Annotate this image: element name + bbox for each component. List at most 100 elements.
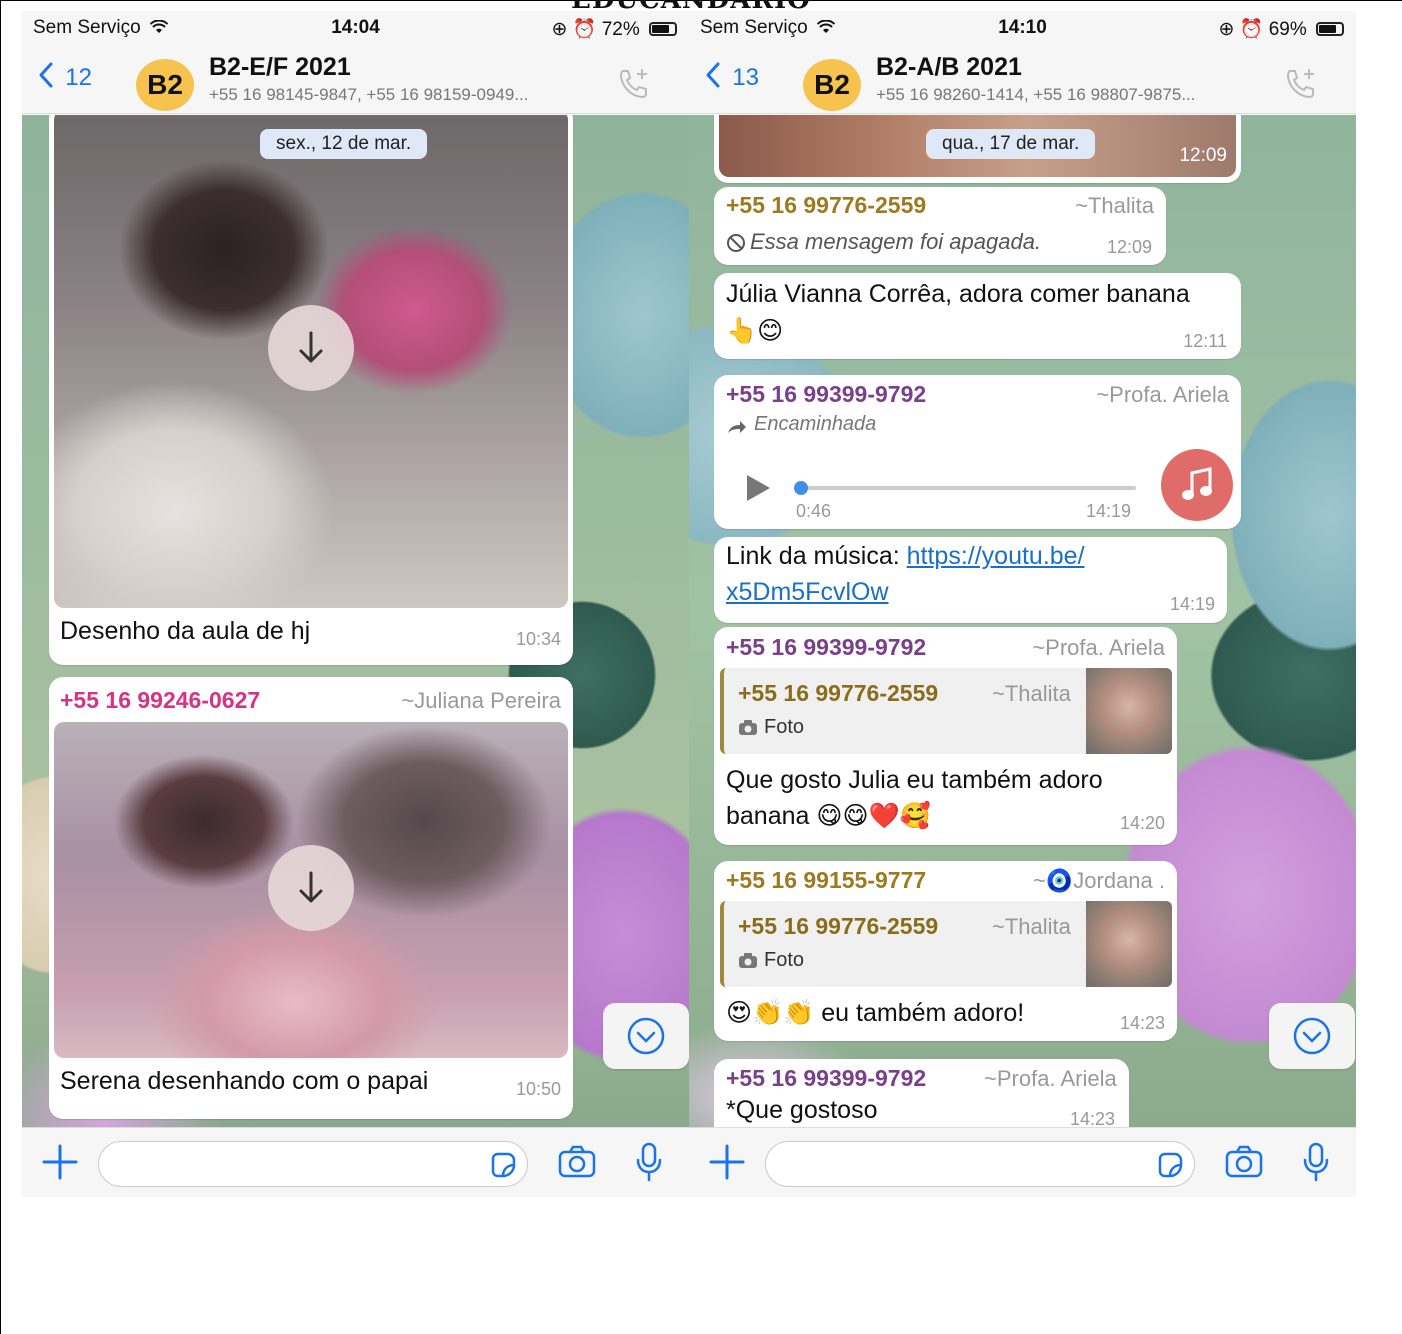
audio-duration: 0:46	[796, 501, 832, 521]
message-time: 12:11	[1183, 331, 1227, 351]
chat-area[interactable]: 12:09 qua., 17 de mar. +55 16 99776-2559…	[689, 115, 1356, 1127]
alarm-icon: ⏰	[572, 19, 597, 40]
camera-small-icon	[739, 953, 757, 968]
battery-icon	[649, 22, 677, 36]
message-bubble[interactable]: Link da música: https://youtu.be/ x5Dm5F…	[714, 537, 1227, 623]
date-separator: qua., 17 de mar.	[926, 129, 1096, 159]
message-emoji: 👆😊	[726, 316, 784, 345]
play-icon[interactable]	[744, 473, 772, 503]
message-bubble[interactable]: Júlia Vianna Corrêa, adora comer banana …	[714, 273, 1241, 359]
back-button[interactable]: 12	[38, 61, 92, 92]
microphone-icon[interactable]	[1303, 1142, 1329, 1182]
message-bubble[interactable]: +55 16 99155-9777 ~🧿Jordana . +55 16 997…	[714, 861, 1177, 1041]
message-bubble[interactable]: +55 16 99399-9792 ~Profa. Ariela *Que go…	[714, 1059, 1129, 1127]
message-bubble[interactable]: +55 16 99246-0627 ~Juliana Pereira Seren…	[49, 677, 573, 1119]
youtube-link[interactable]: https://youtu.be/	[907, 542, 1085, 570]
battery-status: ⊕ ⏰ 72%	[552, 17, 677, 41]
audio-progress-knob[interactable]	[794, 481, 808, 495]
message-text: Link da música: https://youtu.be/	[726, 542, 1085, 570]
group-avatar[interactable]: B2	[136, 59, 194, 111]
sender-alias: ~Profa. Ariela	[1032, 635, 1165, 660]
sticker-icon[interactable]	[489, 1151, 517, 1179]
group-avatar[interactable]: B2	[803, 59, 861, 111]
chevron-down-circle-icon	[627, 1017, 665, 1055]
quoted-message[interactable]: +55 16 99776-2559 ~Thalita Foto	[720, 668, 1172, 754]
sender-alias: ~Profa. Ariela	[1096, 382, 1229, 407]
group-title[interactable]: B2-A/B 2021	[876, 53, 1022, 82]
download-button[interactable]	[268, 305, 354, 391]
group-title[interactable]: B2-E/F 2021	[209, 53, 351, 82]
message-time: 14:19	[1169, 594, 1215, 614]
message-bubble[interactable]: Desenho da aula de hj 10:34	[49, 115, 573, 665]
sender-alias: ~Juliana Pereira	[401, 688, 561, 713]
deleted-icon	[727, 234, 745, 252]
back-button[interactable]: 13	[705, 61, 759, 92]
quoted-sender: +55 16 99776-2559	[738, 913, 939, 939]
download-arrow-icon	[299, 331, 323, 363]
chat-header: 12 B2 B2-E/F 2021 +55 16 98145-9847, +55…	[22, 47, 689, 114]
message-bubble[interactable]: +55 16 99399-9792 ~Profa. Ariela Encamin…	[714, 375, 1241, 529]
message-input[interactable]	[765, 1141, 1195, 1187]
sender-phone[interactable]: +55 16 99246-0627	[60, 687, 260, 714]
youtube-link-cont[interactable]: x5Dm5FcvlOw	[726, 575, 889, 610]
message-bubble[interactable]: +55 16 99399-9792 ~Profa. Ariela +55 16 …	[714, 627, 1177, 845]
message-time: 12:09	[1106, 237, 1152, 257]
message-time: 14:19	[1086, 501, 1132, 521]
chevron-left-icon	[39, 62, 53, 88]
audio-progress-track[interactable]	[798, 486, 1136, 490]
alarm-icon: ⏰	[1239, 19, 1264, 40]
message-input[interactable]	[98, 1141, 528, 1187]
quoted-alias: ~Thalita	[992, 914, 1071, 939]
orientation-lock-icon: ⊕	[551, 19, 568, 40]
quoted-sender: +55 16 99776-2559	[738, 680, 939, 706]
scroll-down-button[interactable]	[603, 1003, 689, 1069]
message-text: 😍👏👏 eu também adoro!	[726, 998, 1025, 1027]
chevron-down-circle-icon	[1293, 1017, 1331, 1055]
message-text: Que gosto Julia eu também adoro	[726, 766, 1103, 794]
audio-avatar	[1161, 449, 1233, 521]
message-time: 12:09	[1179, 145, 1227, 166]
deleted-message-text: Essa mensagem foi apagada.	[750, 229, 1042, 254]
add-call-icon[interactable]	[617, 67, 651, 101]
camera-icon[interactable]	[1225, 1145, 1263, 1179]
sender-phone[interactable]: +55 16 99155-9777	[726, 867, 926, 894]
camera-icon[interactable]	[558, 1145, 596, 1179]
chat-area[interactable]: Desenho da aula de hj 10:34 sex., 12 de …	[22, 115, 689, 1127]
microphone-icon[interactable]	[636, 1142, 662, 1182]
camera-small-icon	[739, 720, 757, 735]
battery-status: ⊕ ⏰ 69%	[1219, 17, 1344, 41]
sticker-icon[interactable]	[1156, 1151, 1184, 1179]
music-note-icon	[1182, 467, 1212, 500]
message-time: 10:50	[515, 1079, 561, 1099]
plus-icon[interactable]	[40, 1142, 80, 1182]
unread-count: 12	[65, 64, 92, 91]
quoted-thumbnail	[1086, 668, 1172, 754]
message-caption: Serena desenhando com o papai	[60, 1067, 429, 1095]
quoted-label: Foto	[764, 949, 805, 971]
input-bar	[689, 1127, 1356, 1197]
plus-icon[interactable]	[707, 1142, 747, 1182]
add-call-icon[interactable]	[1284, 67, 1318, 101]
group-members: +55 16 98260-1414, +55 16 98807-9875...	[876, 85, 1196, 104]
unread-count: 13	[732, 64, 759, 91]
sender-phone[interactable]: +55 16 99776-2559	[726, 192, 926, 219]
quoted-thumbnail	[1086, 901, 1172, 987]
scroll-down-button[interactable]	[1269, 1003, 1355, 1069]
sender-alias: ~Profa. Ariela	[984, 1066, 1117, 1091]
nazar-icon: 🧿	[1045, 869, 1074, 894]
phone-right: Sem Serviço 14:10 ⊕ ⏰ 69% 13 B2 B2-A/B 2…	[689, 11, 1356, 1197]
message-text: banana 😋😋❤️🥰	[726, 801, 931, 830]
message-time: 10:34	[515, 629, 561, 649]
sender-alias: ~Thalita	[1075, 193, 1154, 218]
sender-phone[interactable]: +55 16 99399-9792	[726, 381, 926, 408]
quoted-message[interactable]: +55 16 99776-2559 ~Thalita Foto	[720, 901, 1172, 987]
message-caption: Desenho da aula de hj	[60, 617, 311, 645]
sender-phone[interactable]: +55 16 99399-9792	[726, 634, 926, 661]
input-bar	[22, 1127, 689, 1197]
forward-arrow-icon	[728, 421, 746, 433]
orientation-lock-icon: ⊕	[1218, 19, 1235, 40]
download-button[interactable]	[268, 845, 354, 931]
sender-phone[interactable]: +55 16 99399-9792	[726, 1065, 926, 1092]
message-bubble[interactable]: +55 16 99776-2559 ~Thalita Essa mensagem…	[714, 187, 1166, 265]
sender-alias: ~🧿Jordana .	[1033, 868, 1165, 894]
